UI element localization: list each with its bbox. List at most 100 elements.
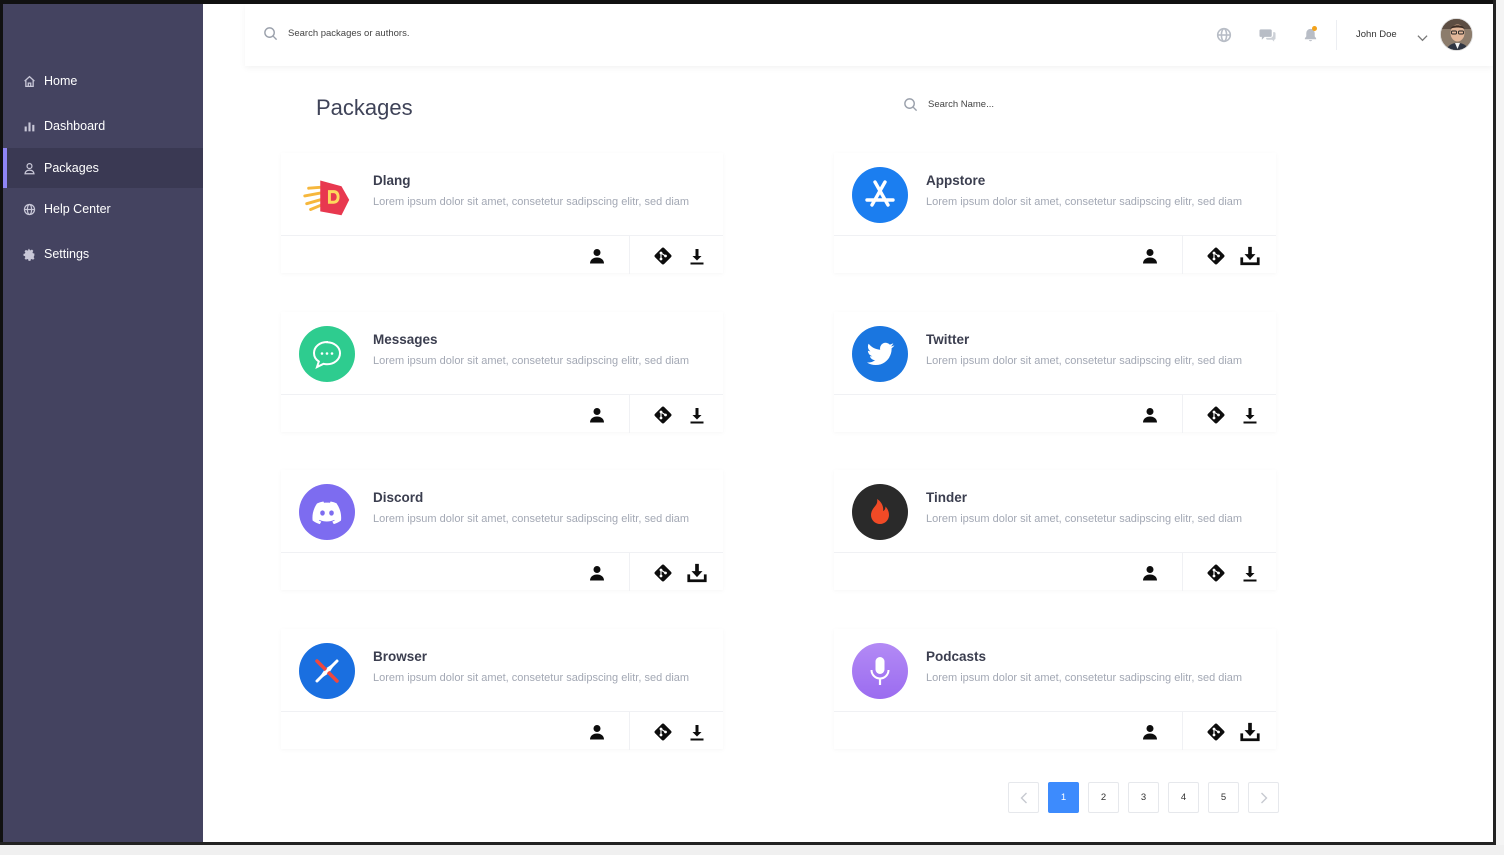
chat-icon[interactable] (1258, 26, 1276, 44)
download-icon[interactable] (686, 404, 708, 426)
package-name[interactable]: Podcasts (926, 649, 986, 664)
package-card-footer (281, 552, 723, 591)
sidebar-item-packages[interactable]: Packages (3, 148, 203, 188)
author-icon[interactable] (1139, 245, 1161, 267)
package-card[interactable]: Browser Lorem ipsum dolor sit amet, conse… (281, 629, 723, 750)
global-search (263, 26, 588, 41)
messages-logo (299, 326, 355, 382)
git-icon[interactable] (652, 245, 674, 267)
author-icon[interactable] (586, 404, 608, 426)
globe-icon[interactable] (1215, 26, 1233, 44)
package-name[interactable]: Tinder (926, 490, 967, 505)
package-name[interactable]: Dlang (373, 173, 411, 188)
package-description: Lorem ipsum dolor sit amet, consetetur s… (373, 513, 690, 525)
pagination-page-2[interactable]: 2 (1088, 782, 1119, 813)
name-search (903, 97, 1048, 112)
podcasts-logo (852, 643, 908, 699)
download-icon[interactable] (1239, 721, 1261, 743)
window-border (0, 0, 1496, 4)
author-icon[interactable] (1139, 404, 1161, 426)
author-icon[interactable] (586, 721, 608, 743)
package-card[interactable]: Tinder Lorem ipsum dolor sit amet, conset… (834, 470, 1276, 591)
divider (1336, 20, 1337, 50)
author-icon[interactable] (1139, 721, 1161, 743)
background-window-edge-bottom (0, 845, 1504, 855)
author-icon[interactable] (586, 245, 608, 267)
download-icon[interactable] (1239, 404, 1261, 426)
twitter-logo (852, 326, 908, 382)
search-icon (903, 97, 918, 112)
package-name[interactable]: Twitter (926, 332, 969, 347)
package-description: Lorem ipsum dolor sit amet, consetetur s… (373, 355, 690, 367)
package-description: Lorem ipsum dolor sit amet, consetetur s… (926, 355, 1243, 367)
package-card-footer (281, 711, 723, 750)
pagination-prev-button[interactable] (1008, 782, 1039, 813)
tinder-logo (852, 484, 908, 540)
package-name[interactable]: Appstore (926, 173, 985, 188)
download-icon[interactable] (1239, 562, 1261, 584)
pagination-page-3[interactable]: 3 (1128, 782, 1159, 813)
divider (629, 712, 630, 750)
divider (1182, 395, 1183, 433)
chevron-down-icon[interactable] (1417, 29, 1428, 47)
bell-icon[interactable] (1301, 26, 1319, 44)
download-icon[interactable] (686, 562, 708, 584)
sidebar-item-home[interactable]: Home (3, 61, 203, 101)
pagination-page-1[interactable]: 1 (1048, 782, 1079, 813)
user-icon (22, 161, 36, 175)
git-icon[interactable] (1205, 562, 1227, 584)
git-icon[interactable] (1205, 721, 1227, 743)
app-window: Home Dashboard Packages Help Center Sett… (0, 0, 1504, 855)
home-icon (22, 74, 36, 88)
package-card[interactable]: Appstore Lorem ipsum dolor sit amet, cons… (834, 153, 1276, 274)
package-card[interactable]: Discord Lorem ipsum dolor sit amet, conse… (281, 470, 723, 591)
git-icon[interactable] (1205, 404, 1227, 426)
avatar[interactable] (1440, 18, 1473, 51)
divider (1182, 236, 1183, 274)
git-icon[interactable] (1205, 245, 1227, 267)
pagination-page-4[interactable]: 4 (1168, 782, 1199, 813)
package-name[interactable]: Browser (373, 649, 427, 664)
download-icon[interactable] (1239, 245, 1261, 267)
download-icon[interactable] (686, 721, 708, 743)
window-border (0, 0, 3, 845)
package-description: Lorem ipsum dolor sit amet, consetetur s… (926, 672, 1243, 684)
package-card-footer (834, 711, 1276, 750)
user-name[interactable]: John Doe (1356, 29, 1397, 40)
package-name[interactable]: Messages (373, 332, 438, 347)
package-card[interactable]: Messages Lorem ipsum dolor sit amet, cons… (281, 312, 723, 433)
search-icon (263, 26, 278, 41)
package-description: Lorem ipsum dolor sit amet, consetetur s… (926, 513, 1243, 525)
background-window-edge (1496, 0, 1504, 855)
git-icon[interactable] (652, 721, 674, 743)
divider (1182, 553, 1183, 591)
page-title: Packages (316, 95, 413, 120)
package-card-footer (834, 552, 1276, 591)
sidebar-item-label: Home (44, 74, 78, 88)
git-icon[interactable] (652, 404, 674, 426)
chevron-left-icon (1020, 792, 1027, 803)
package-card[interactable]: Dlang Lorem ipsum dolor sit amet, consete… (281, 153, 723, 274)
sidebar-item-settings[interactable]: Settings (3, 234, 203, 274)
package-description: Lorem ipsum dolor sit amet, consetetur s… (373, 196, 690, 208)
pagination-page-5[interactable]: 5 (1208, 782, 1239, 813)
author-icon[interactable] (586, 562, 608, 584)
search-input[interactable] (288, 28, 588, 39)
pagination-next-button[interactable] (1248, 782, 1279, 813)
discord-logo (299, 484, 355, 540)
package-card[interactable]: Twitter Lorem ipsum dolor sit amet, conse… (834, 312, 1276, 433)
package-description: Lorem ipsum dolor sit amet, consetetur s… (373, 672, 690, 684)
name-search-input[interactable] (928, 99, 1048, 110)
git-icon[interactable] (652, 562, 674, 584)
window-border (1493, 0, 1496, 845)
download-icon[interactable] (686, 245, 708, 267)
sidebar: Home Dashboard Packages Help Center Sett… (3, 4, 203, 842)
sidebar-item-help-center[interactable]: Help Center (3, 189, 203, 229)
author-icon[interactable] (1139, 562, 1161, 584)
package-card-footer (281, 394, 723, 433)
package-card[interactable]: Podcasts Lorem ipsum dolor sit amet, cons… (834, 629, 1276, 750)
divider (629, 553, 630, 591)
sidebar-item-dashboard[interactable]: Dashboard (3, 106, 203, 146)
dlang-logo (299, 167, 355, 223)
package-name[interactable]: Discord (373, 490, 423, 505)
